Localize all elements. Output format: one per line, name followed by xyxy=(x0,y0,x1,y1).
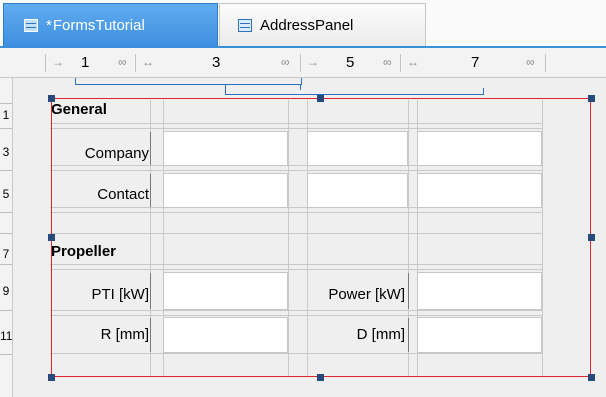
row-ruler-divider xyxy=(0,212,12,213)
column-header-3[interactable]: ↔ 3 ∞ xyxy=(135,54,300,72)
tab-address-panel[interactable]: AddressPanel xyxy=(219,3,426,46)
row-number: 3 xyxy=(2,145,10,159)
column-group-link xyxy=(300,84,301,90)
resize-infinity-icon: ∞ xyxy=(526,55,535,69)
alignment-arrow-icon: → xyxy=(52,55,64,69)
row-ruler-divider xyxy=(0,103,12,104)
form-selection-outline[interactable] xyxy=(51,98,591,377)
column-header-1[interactable]: → 1 ∞ xyxy=(45,54,135,72)
alignment-arrow-icon: ↔ xyxy=(407,55,419,69)
column-group-bracket xyxy=(225,88,484,95)
resize-infinity-icon: ∞ xyxy=(281,55,290,69)
row-ruler-divider xyxy=(0,170,12,171)
row-ruler[interactable]: 1 3 5 7 9 11 xyxy=(0,78,13,397)
resize-handle-top-right[interactable] xyxy=(588,95,595,102)
row-ruler-divider xyxy=(0,233,12,234)
resize-handle-bottom[interactable] xyxy=(317,374,324,381)
tab-forms-tutorial[interactable]: *FormsTutorial xyxy=(3,3,218,46)
resize-infinity-icon: ∞ xyxy=(383,55,392,69)
column-header-7[interactable]: ↔ 7 ∞ xyxy=(400,54,545,72)
resize-handle-top-left[interactable] xyxy=(48,95,55,102)
row-number: 11 xyxy=(0,329,13,343)
tab-strip: *FormsTutorial AddressPanel xyxy=(0,0,606,48)
row-number: 5 xyxy=(2,187,10,201)
ruler-corner xyxy=(0,48,31,78)
form-icon xyxy=(24,18,38,32)
row-ruler-divider xyxy=(0,354,12,355)
resize-handle-top[interactable] xyxy=(317,95,324,102)
column-number: 3 xyxy=(212,54,221,71)
column-group-bracket xyxy=(75,78,302,85)
resize-handle-left[interactable] xyxy=(48,234,55,241)
column-number: 1 xyxy=(81,54,90,71)
form-icon xyxy=(238,18,252,32)
unsaved-marker: * xyxy=(46,16,52,34)
tab-label: FormsTutorial xyxy=(52,16,145,34)
row-ruler-divider xyxy=(0,264,12,265)
column-number: 7 xyxy=(471,54,480,71)
column-group-link xyxy=(225,84,226,90)
resize-handle-bottom-left[interactable] xyxy=(48,374,55,381)
resize-handle-right[interactable] xyxy=(588,234,595,241)
alignment-arrow-icon: ↔ xyxy=(142,55,154,69)
alignment-arrow-icon: → xyxy=(307,55,319,69)
column-header-5[interactable]: → 5 ∞ xyxy=(300,54,400,72)
column-ruler[interactable]: → 1 ∞ ↔ 3 ∞ → 5 ∞ ↔ 7 ∞ xyxy=(30,48,606,78)
ruler-divider xyxy=(545,54,546,72)
column-number: 5 xyxy=(346,54,355,71)
row-ruler-divider xyxy=(0,310,12,311)
tab-label: AddressPanel xyxy=(260,16,354,34)
resize-handle-bottom-right[interactable] xyxy=(588,374,595,381)
row-number: 7 xyxy=(2,247,10,261)
row-number: 1 xyxy=(2,108,10,122)
row-ruler-divider xyxy=(0,128,12,129)
resize-infinity-icon: ∞ xyxy=(118,55,127,69)
row-number: 9 xyxy=(2,284,10,298)
